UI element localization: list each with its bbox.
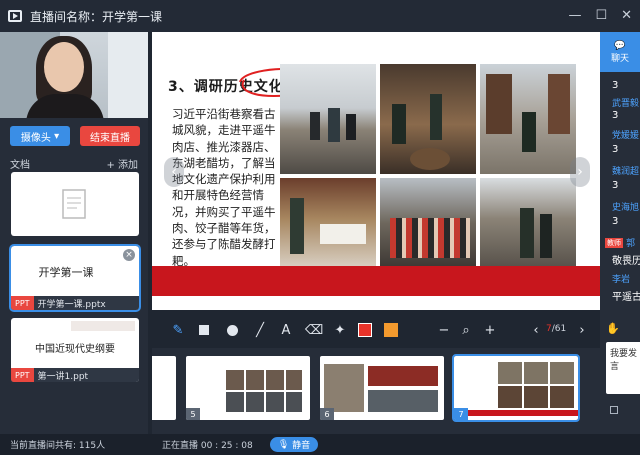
slide-body-text: 习近平沿街巷察看古城风貌，走进平遥牛肉店、推光漆器店、东湖老醋坊，了解当地文化遗… [172,107,276,268]
left-panel: 摄像头 ▾ 结束直播 文档 + 添加 开学第一课 × PPT 开学第一课.pptx… [0,32,148,434]
doc-filename: 第一讲1.ppt [37,371,89,382]
search-icon[interactable]: ⌕ [458,322,474,338]
live-logo-icon [8,10,22,22]
camera-preview [0,32,148,118]
color-red-swatch[interactable] [358,323,372,337]
window-controls: — ☐ ✕ [568,8,632,23]
chat-bubble-icon: 💬 [614,40,626,51]
thumb-number: 7 [454,408,468,420]
page-total: /61 [551,324,567,334]
close-icon[interactable]: ✕ [621,8,632,23]
teacher-tag: 教师 [605,238,623,248]
doc-title: 中国近现代史纲要 [35,344,115,355]
minimize-icon[interactable]: — [568,8,581,23]
chat-message: 3 [612,144,619,155]
chat-user: 史海旭 [612,203,640,213]
doc-card-blank[interactable] [11,172,139,236]
ppt-tag: PPT [11,296,34,310]
thumb-number: 5 [186,408,200,420]
thumb-number: 6 [320,408,334,420]
photo-5 [380,178,476,268]
eraser-icon[interactable]: ⌫ [305,322,323,338]
doc-card-pptx[interactable]: 开学第一课 × PPT 开学第一课.pptx [9,244,141,312]
zoom-in-icon[interactable]: + [482,322,498,338]
next-page-icon[interactable]: › [574,322,590,338]
chat-tab-label: 聊天 [610,53,629,64]
docs-label: 文档 [10,160,30,171]
photo-2 [380,64,476,174]
document-icon [62,189,86,219]
chat-tab[interactable]: 💬 聊天 [600,32,640,72]
chat-input[interactable]: 我要发言 [606,342,640,394]
rectangle-icon[interactable] [196,322,212,338]
chat-message: 敬畏历 [612,256,640,267]
add-doc-button[interactable]: + 添加 [106,156,138,171]
hand-icon[interactable]: ✋ [606,322,620,335]
chat-message: 3 [612,110,619,121]
photo-4 [280,178,376,268]
camera-button[interactable]: 摄像头 ▾ [10,126,70,146]
window-title: 直播间名称：开学第一课 [30,9,163,24]
end-live-button[interactable]: 结束直播 [80,126,140,146]
slide-footer-bar [152,266,600,296]
photo-1 [280,64,376,174]
pen-icon[interactable]: ✎ [170,322,186,338]
chat-message: 平遥古 [612,292,640,303]
mic-icon: 🎙 [277,439,290,450]
chat-message: 3 [612,80,619,91]
chat-message: 3 [612,216,619,227]
clear-brush-icon[interactable]: ✦ [332,322,348,338]
doc-card-ppt[interactable]: 中国近现代史纲要 PPT 第一讲1.ppt [11,318,139,382]
text-icon[interactable]: A [278,322,294,338]
title-bar: 直播间名称：开学第一课 — ☐ ✕ [0,0,640,32]
chat-user: 武晋毅 [612,99,640,109]
chat-user: 魏润超 [612,167,640,177]
prev-slide-arrow[interactable]: ‹ [164,157,184,187]
next-slide-arrow[interactable]: › [570,157,590,187]
photo-6 [480,178,576,268]
doc-title: 开学第一课 [38,266,94,279]
page-indicator: 7/61 [546,324,566,334]
chat-user: 党媛媛 [612,131,640,141]
color-orange-swatch[interactable] [384,323,398,337]
status-bar: 当前直播间共有: 115人 正在直播 00 : 25 : 08 🎙 静音 [0,434,640,455]
slide-thumbnail-strip: 5 6 7 [152,348,600,434]
chat-message: 3 [612,180,619,191]
slide-thumb-7[interactable]: 7 [452,354,580,422]
line-icon[interactable]: ╱ [252,322,268,338]
ban-chat-checkbox[interactable] [610,406,618,414]
chat-panel: 💬 聊天 3 武晋毅 3 党媛媛 3 魏润超 3 史海旭 3 教师 郭 敬畏历 … [600,32,640,434]
slide-thumb-5[interactable]: 5 [186,356,310,420]
chat-user: 郭 [626,239,636,249]
annotation-toolbar: ✎ ╱ A ⌫ ✦ − ⌕ + ‹ 7/61 › [152,312,600,348]
doc-filename: 开学第一课.pptx [37,299,106,310]
maximize-icon[interactable]: ☐ [595,8,607,23]
mute-button[interactable]: 🎙 静音 [270,437,318,452]
slide-thumb-4[interactable] [152,356,176,420]
circle-icon[interactable] [224,322,240,338]
chat-user: 李岩 [612,275,631,285]
remove-doc-icon[interactable]: × [123,249,135,261]
prev-page-icon[interactable]: ‹ [528,322,544,338]
live-timer: 正在直播 00 : 25 : 08 [162,441,253,451]
ppt-tag: PPT [11,368,34,382]
slide-thumb-6[interactable]: 6 [320,356,444,420]
photo-3 [480,64,576,174]
zoom-out-icon[interactable]: − [436,322,452,338]
slide-stage: 3、调研历史文化遗产 习近平沿街巷察看古城风貌，走进平遥牛肉店、推光漆器店、东湖… [152,32,600,310]
online-count: 当前直播间共有: 115人 [10,441,106,451]
